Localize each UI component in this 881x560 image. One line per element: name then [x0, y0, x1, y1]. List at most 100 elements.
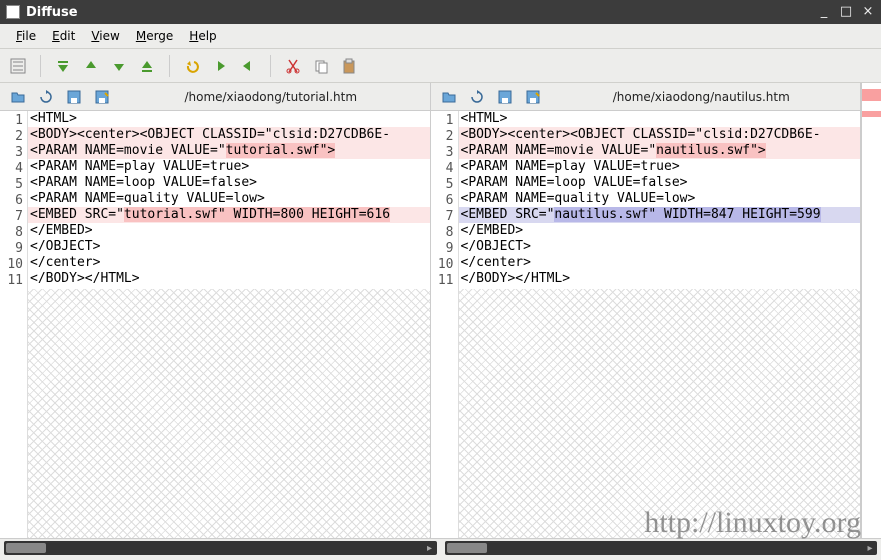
- code-line[interactable]: <PARAM NAME=movie VALUE="tutorial.swf">: [28, 143, 430, 159]
- code-line[interactable]: <PARAM NAME=loop VALUE=false>: [28, 175, 430, 191]
- scroll-right-icon[interactable]: ▸: [863, 543, 877, 554]
- menu-edit[interactable]: Edit: [44, 26, 83, 46]
- line-number: 5: [431, 177, 454, 193]
- reload-button[interactable]: [465, 85, 489, 109]
- diff-highlight: nautilus.swf">: [656, 143, 766, 158]
- line-number: 7: [431, 209, 454, 225]
- horizontal-scrollbar[interactable]: ◂ ▸: [445, 541, 878, 555]
- menu-help[interactable]: Help: [181, 26, 224, 46]
- save-as-button[interactable]: [90, 85, 114, 109]
- code-line[interactable]: <PARAM NAME=loop VALUE=false>: [459, 175, 861, 191]
- menu-view[interactable]: View: [83, 26, 127, 46]
- code-line[interactable]: <PARAM NAME=play VALUE=true>: [28, 159, 430, 175]
- diff-highlight: nautilus.swf" WIDTH=847 HEIGHT=599: [554, 207, 820, 222]
- line-number: 3: [0, 145, 23, 161]
- code-line[interactable]: <HTML>: [28, 111, 430, 127]
- line-number: 10: [0, 257, 23, 273]
- empty-area: [28, 289, 430, 538]
- file-path: /home/xiaodong/tutorial.htm: [118, 90, 424, 104]
- code-line[interactable]: <BODY><center><OBJECT CLASSID="clsid:D27…: [459, 127, 861, 143]
- overview-minimap[interactable]: [861, 83, 881, 538]
- file-path: /home/xiaodong/nautilus.htm: [549, 90, 855, 104]
- code-line[interactable]: </OBJECT>: [459, 239, 861, 255]
- diff-content: /home/xiaodong/tutorial.htm 123456789101…: [0, 83, 881, 538]
- code-line[interactable]: <HTML>: [459, 111, 861, 127]
- line-number: 2: [431, 129, 454, 145]
- scroll-right-icon[interactable]: ▸: [423, 543, 437, 554]
- app-icon: [6, 5, 20, 19]
- scrollbar-thumb[interactable]: [447, 543, 487, 553]
- prev-diff-button[interactable]: [79, 54, 103, 78]
- copy-left-button[interactable]: [208, 54, 232, 78]
- code-line[interactable]: </EMBED>: [28, 223, 430, 239]
- left-pane: /home/xiaodong/tutorial.htm 123456789101…: [0, 83, 431, 538]
- last-diff-button[interactable]: [135, 54, 159, 78]
- toolbar-separator: [169, 55, 170, 77]
- close-button[interactable]: ×: [861, 5, 875, 19]
- diff-highlight: tutorial.swf">: [226, 143, 336, 158]
- line-number: 11: [0, 273, 23, 289]
- diff-highlight: tutorial.swf" WIDTH=800 HEIGHT=616: [124, 207, 390, 222]
- line-number: 11: [431, 273, 454, 289]
- line-gutter: 1234567891011: [431, 111, 459, 538]
- code-line[interactable]: </EMBED>: [459, 223, 861, 239]
- horizontal-scrollbar[interactable]: ◂ ▸: [4, 541, 437, 555]
- line-number: 10: [431, 257, 454, 273]
- line-number: 7: [0, 209, 23, 225]
- title-bar: Diffuse _ □ ×: [0, 0, 881, 24]
- line-number: 6: [0, 193, 23, 209]
- code-line[interactable]: </center>: [28, 255, 430, 271]
- open-file-button[interactable]: [6, 85, 30, 109]
- code-line[interactable]: <PARAM NAME=quality VALUE=low>: [459, 191, 861, 207]
- copy-button[interactable]: [309, 54, 333, 78]
- undo-button[interactable]: [180, 54, 204, 78]
- code-line[interactable]: </BODY></HTML>: [459, 271, 861, 287]
- cut-button[interactable]: [281, 54, 305, 78]
- code-line[interactable]: </center>: [459, 255, 861, 271]
- realign-button[interactable]: [6, 54, 30, 78]
- save-button[interactable]: [62, 85, 86, 109]
- menu-merge[interactable]: Merge: [128, 26, 181, 46]
- code-area[interactable]: <HTML><BODY><center><OBJECT CLASSID="cls…: [28, 111, 430, 538]
- first-diff-button[interactable]: [51, 54, 75, 78]
- line-number: 5: [0, 177, 23, 193]
- pane-header: /home/xiaodong/nautilus.htm: [431, 83, 861, 111]
- copy-right-button[interactable]: [236, 54, 260, 78]
- line-number: 4: [0, 161, 23, 177]
- line-number: 6: [431, 193, 454, 209]
- code-line[interactable]: <PARAM NAME=play VALUE=true>: [459, 159, 861, 175]
- code-line[interactable]: <PARAM NAME=movie VALUE="nautilus.swf">: [459, 143, 861, 159]
- line-gutter: 1234567891011: [0, 111, 28, 538]
- code-area[interactable]: <HTML><BODY><center><OBJECT CLASSID="cls…: [459, 111, 861, 538]
- open-file-button[interactable]: [437, 85, 461, 109]
- line-number: 8: [0, 225, 23, 241]
- toolbar-separator: [40, 55, 41, 77]
- code-line[interactable]: <BODY><center><OBJECT CLASSID="clsid:D27…: [28, 127, 430, 143]
- line-number: 1: [0, 113, 23, 129]
- code-line[interactable]: </BODY></HTML>: [28, 271, 430, 287]
- line-number: 8: [431, 225, 454, 241]
- line-number: 2: [0, 129, 23, 145]
- maximize-button[interactable]: □: [839, 5, 853, 19]
- empty-area: [459, 289, 861, 538]
- menu-file[interactable]: File: [8, 26, 44, 46]
- minimize-button[interactable]: _: [817, 5, 831, 19]
- save-as-button[interactable]: [521, 85, 545, 109]
- footer: ◂ ▸ ◂ ▸: [0, 538, 881, 560]
- line-number: 3: [431, 145, 454, 161]
- code-line[interactable]: <EMBED SRC="tutorial.swf" WIDTH=800 HEIG…: [28, 207, 430, 223]
- save-button[interactable]: [493, 85, 517, 109]
- right-pane: /home/xiaodong/nautilus.htm 123456789101…: [431, 83, 862, 538]
- reload-button[interactable]: [34, 85, 58, 109]
- line-number: 9: [431, 241, 454, 257]
- code-line[interactable]: <EMBED SRC="nautilus.swf" WIDTH=847 HEIG…: [459, 207, 861, 223]
- paste-button[interactable]: [337, 54, 361, 78]
- line-number: 4: [431, 161, 454, 177]
- toolbar-separator: [270, 55, 271, 77]
- main-toolbar: [0, 49, 881, 83]
- code-line[interactable]: </OBJECT>: [28, 239, 430, 255]
- next-diff-button[interactable]: [107, 54, 131, 78]
- scrollbar-thumb[interactable]: [6, 543, 46, 553]
- code-line[interactable]: <PARAM NAME=quality VALUE=low>: [28, 191, 430, 207]
- line-number: 1: [431, 113, 454, 129]
